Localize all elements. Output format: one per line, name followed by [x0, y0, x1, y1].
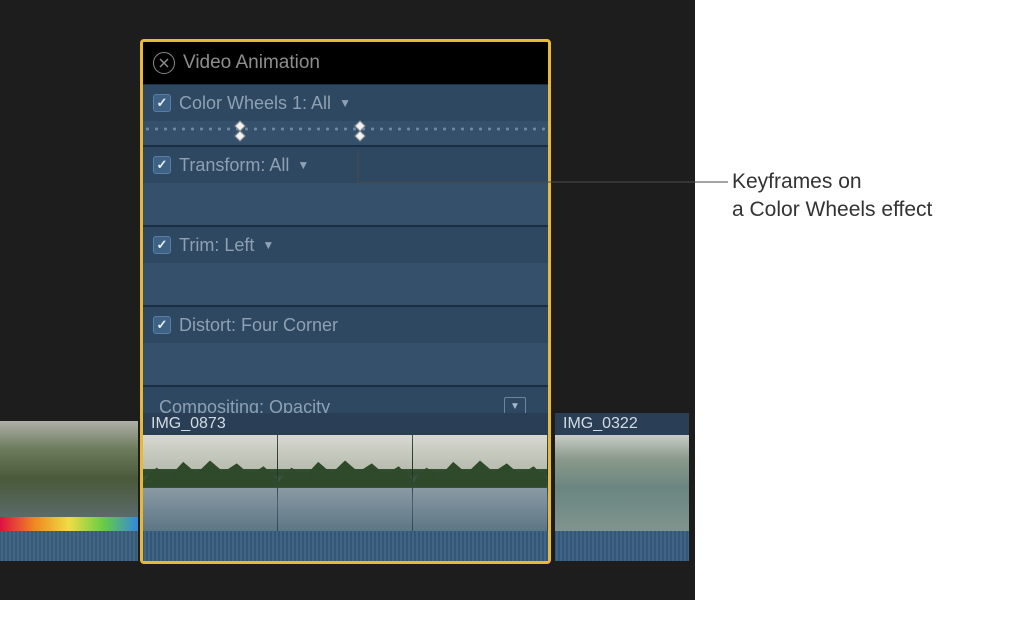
callout-leader-line [0, 0, 1032, 628]
callout-annotation: Keyframes on a Color Wheels effect [732, 168, 932, 225]
callout-line-1: Keyframes on [732, 168, 932, 196]
callout-line-2: a Color Wheels effect [732, 196, 932, 224]
